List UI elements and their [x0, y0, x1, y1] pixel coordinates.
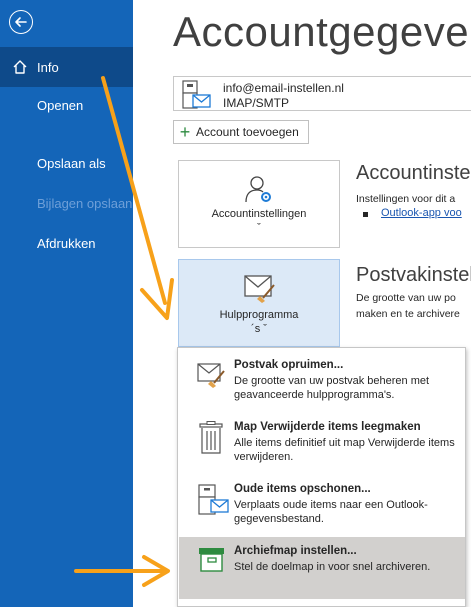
mailbox-settings-text-1: De grootte van uw po	[356, 292, 456, 304]
account-mailbox-icon	[182, 80, 211, 109]
menu-item-desc: Stel de doelmap in voor snel archiveren.	[234, 561, 431, 573]
archive-mail-icon	[198, 484, 229, 515]
mailbox-settings-text-2: maken en te archivere	[356, 308, 460, 320]
trash-icon	[199, 421, 223, 454]
nav-item-label: Bijlagen opslaan	[37, 195, 133, 211]
nav-item-label: Opslaan als	[37, 155, 106, 171]
menu-item-cleanup-old[interactable]: Oude items opschonen... Verplaats oude i…	[179, 475, 465, 537]
menu-item-archive-folder[interactable]: Archiefmap instellen... Stel de doelmap …	[179, 537, 465, 599]
chevron-down-icon: ˇ	[257, 222, 261, 234]
nav-item-label: Afdrukken	[37, 235, 96, 251]
nav-item-info[interactable]: Info	[0, 47, 133, 87]
archive-icon	[199, 548, 224, 572]
tools-dropdown-button[interactable]: Hulpprogramma ´s ˇ	[178, 259, 340, 347]
page-title: Accountgegevens	[173, 8, 471, 55]
menu-item-empty-deleted[interactable]: Map Verwijderde items leegmaken Alle ite…	[179, 413, 465, 475]
add-account-label: Account toevoegen	[196, 125, 299, 139]
plus-icon: +	[179, 122, 191, 142]
menu-item-title: Map Verwijderde items leegmaken	[234, 421, 421, 433]
mailbox-cleanup-icon	[197, 363, 225, 388]
nav-item-label: Openen	[37, 97, 84, 113]
add-account-button[interactable]: + Account toevoegen	[173, 120, 309, 144]
tools-label-line1: Hulpprogramma	[219, 309, 299, 321]
nav-item-bijlagen-opslaan: Bijlagen opslaan	[0, 183, 133, 223]
home-icon	[13, 60, 27, 74]
account-settings-heading: Accountinstell	[356, 162, 471, 184]
menu-item-desc: De grootte van uw postvak beheren met ge…	[234, 375, 430, 401]
nav-item-opslaan-als[interactable]: Opslaan als	[0, 143, 133, 183]
mailbox-cleanup-icon	[244, 275, 275, 303]
account-selector[interactable]: info@email-instellen.nl IMAP/SMTP	[173, 76, 471, 111]
bullet	[363, 212, 368, 217]
menu-item-desc: Verplaats oude items naar een Outlook-ge…	[234, 499, 428, 525]
account-settings-label: Accountinstellingen	[211, 208, 307, 220]
account-type: IMAP/SMTP	[223, 96, 290, 110]
tools-dropdown-menu: Postvak opruimen... De grootte van uw po…	[177, 347, 466, 607]
menu-item-title: Postvak opruimen...	[234, 359, 344, 371]
menu-item-title: Archiefmap instellen...	[234, 545, 357, 557]
nav-item-label: Info	[37, 59, 59, 75]
menu-item-mailbox-cleanup[interactable]: Postvak opruimen... De grootte van uw po…	[179, 351, 465, 413]
account-settings-text: Instellingen voor dit a	[356, 193, 456, 205]
account-email: info@email-instellen.nl	[223, 81, 344, 95]
mailbox-settings-heading: Postvakinstellin	[356, 264, 471, 286]
backstage-sidebar: Info Openen Opslaan als Bijlagen opslaan…	[0, 0, 133, 607]
account-settings-button[interactable]: Accountinstellingen ˇ	[178, 160, 340, 248]
menu-item-title: Oude items opschonen...	[234, 483, 371, 495]
back-arrow-icon	[15, 17, 27, 27]
menu-item-desc: Alle items definitief uit map Verwijderd…	[234, 437, 455, 463]
nav-item-openen[interactable]: Openen	[0, 85, 133, 125]
account-settings-icon	[245, 176, 271, 203]
tools-label-line2: ´s ˇ	[251, 323, 267, 335]
back-button[interactable]	[9, 10, 33, 34]
nav-item-afdrukken[interactable]: Afdrukken	[0, 223, 133, 263]
outlook-app-link[interactable]: Outlook-app voo	[381, 207, 462, 219]
